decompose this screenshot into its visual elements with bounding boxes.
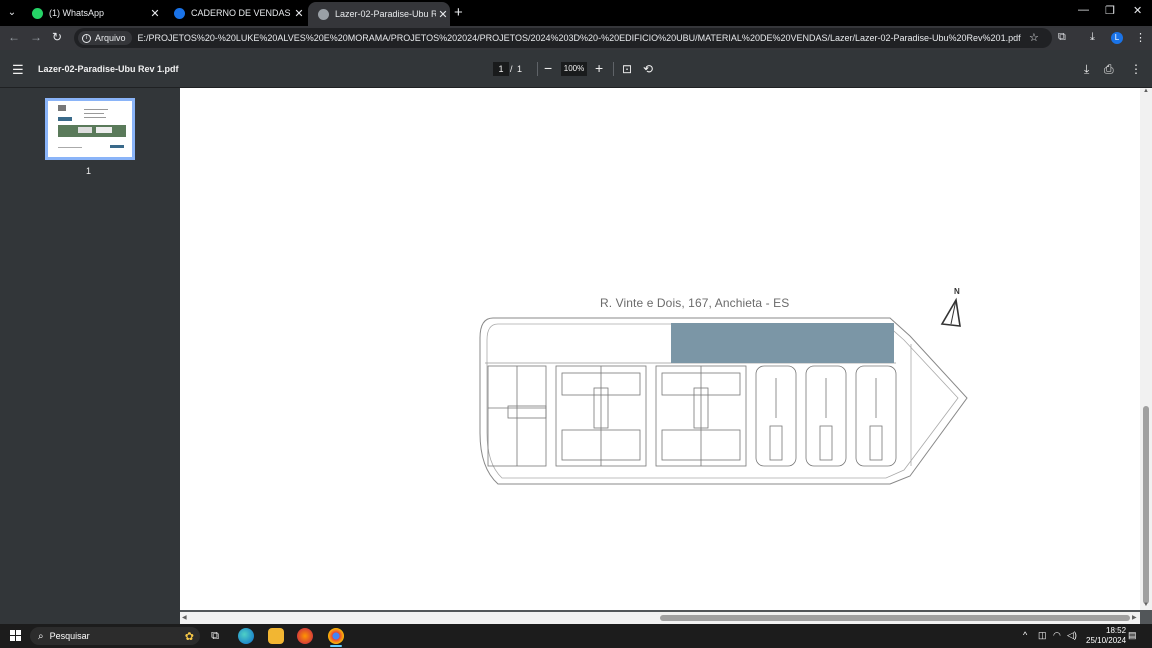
- window-close-icon[interactable]: ✕: [1133, 4, 1142, 17]
- volume-icon[interactable]: ◁): [1067, 630, 1077, 641]
- north-arrow-icon: [940, 297, 961, 327]
- firefox-icon[interactable]: [297, 628, 313, 644]
- scroll-down-icon[interactable]: ▼: [1143, 602, 1149, 608]
- rotate-icon[interactable]: ⟲: [643, 62, 653, 76]
- pdf-more-icon[interactable]: ⋮: [1130, 62, 1142, 76]
- vertical-scroll-thumb[interactable]: [1143, 406, 1149, 604]
- taskbar-clock[interactable]: 18:52 25/10/2024: [1086, 626, 1126, 646]
- downloads-icon[interactable]: ⤓: [1090, 31, 1095, 44]
- file-chip[interactable]: i Arquivo: [78, 31, 132, 45]
- file-chip-label: Arquivo: [95, 33, 126, 43]
- highlighted-area: [671, 323, 894, 363]
- page-separator: /: [510, 64, 513, 74]
- fit-page-icon[interactable]: ⊡: [622, 62, 632, 76]
- page-total: 1: [517, 64, 523, 74]
- horizontal-scroll-thumb[interactable]: [660, 615, 1130, 621]
- whatsapp-icon: [32, 7, 43, 19]
- back-icon[interactable]: ←: [8, 30, 20, 44]
- thumbnail-preview: [58, 105, 126, 148]
- building-units: [487, 365, 897, 467]
- chrome-page-icon: [174, 7, 185, 19]
- scroll-up-icon[interactable]: ▲: [1143, 88, 1149, 94]
- tab-strip: ⌄ (1) WhatsApp ✕ CADERNO DE VENDAS -PARA…: [0, 0, 1152, 26]
- thumbnail-sidebar: 1: [0, 88, 180, 624]
- pdf-page: R. Vinte e Dois, 167, Anchieta - ES N: [180, 88, 1140, 610]
- tab-caderno[interactable]: CADERNO DE VENDAS -PARADI ✕: [164, 2, 306, 24]
- edge-icon[interactable]: [238, 628, 254, 644]
- zoom-in-icon[interactable]: +: [595, 60, 603, 76]
- zoom-out-icon[interactable]: −: [544, 60, 552, 76]
- wifi-icon[interactable]: ◠: [1053, 630, 1061, 641]
- profile-avatar[interactable]: L: [1111, 32, 1123, 44]
- scroll-left-icon[interactable]: ◀: [182, 614, 187, 621]
- page-thumbnail[interactable]: [45, 98, 135, 160]
- restore-icon[interactable]: ❐: [1105, 4, 1115, 17]
- search-highlight-icon: ✿: [184, 630, 194, 643]
- app-window: ⌄ (1) WhatsApp ✕ CADERNO DE VENDAS -PARA…: [0, 0, 1152, 648]
- windows-start-icon[interactable]: [10, 630, 21, 641]
- browser-toolbar: ← → ↻ i Arquivo E:/PROJETOS%20-%20LUKE%2…: [0, 26, 1152, 50]
- windows-taskbar: ⌕ Pesquisar ✿ ⧉ ^ ◫ ◠ ◁) 18:52 25/10/202…: [0, 624, 1152, 648]
- divider: [613, 62, 614, 76]
- extensions-icon[interactable]: ⧉: [1058, 31, 1066, 44]
- site-plan-drawing: N: [479, 287, 968, 485]
- minimize-icon[interactable]: —: [1078, 4, 1089, 16]
- tab-pdf[interactable]: Lazer-02-Paradise-Ubu Rev 1.pdf ✕: [308, 2, 450, 26]
- clock-date: 25/10/2024: [1086, 636, 1127, 645]
- scroll-right-icon[interactable]: ▶: [1132, 614, 1137, 621]
- notification-icon[interactable]: ▤: [1128, 630, 1137, 641]
- tab-title: (1) WhatsApp: [49, 8, 105, 18]
- more-menu-icon[interactable]: ⋮: [1135, 31, 1146, 44]
- print-icon[interactable]: ⎙: [1104, 62, 1114, 77]
- page-number-input[interactable]: 1: [493, 62, 509, 76]
- forward-icon[interactable]: →: [30, 30, 42, 44]
- zoom-input[interactable]: 100%: [561, 62, 587, 76]
- close-icon[interactable]: ✕: [436, 8, 450, 21]
- divider: [537, 62, 538, 76]
- pdf-viewer[interactable]: R. Vinte e Dois, 167, Anchieta - ES N ▲ …: [180, 88, 1152, 624]
- info-icon: i: [82, 33, 91, 43]
- horizontal-scrollbar[interactable]: ◀ ▶: [180, 612, 1140, 624]
- north-label: N: [954, 287, 960, 296]
- task-view-icon[interactable]: ⧉: [207, 628, 223, 644]
- chrome-icon[interactable]: [328, 628, 344, 647]
- tab-title: CADERNO DE VENDAS -PARADI: [191, 8, 292, 18]
- close-icon[interactable]: ✕: [292, 7, 306, 20]
- url-text[interactable]: E:/PROJETOS%20-%20LUKE%20ALVES%20E%20MOR…: [138, 33, 1052, 43]
- clock-time: 18:52: [1106, 626, 1127, 635]
- menu-icon[interactable]: ☰: [12, 62, 24, 78]
- search-icon: ⌕: [38, 630, 44, 642]
- globe-icon: [318, 8, 329, 20]
- search-placeholder: Pesquisar: [49, 631, 90, 641]
- file-explorer-icon[interactable]: [268, 628, 284, 644]
- new-tab-button[interactable]: +: [454, 4, 463, 21]
- pdf-toolbar: ☰ Lazer-02-Paradise-Ubu Rev 1.pdf 1 / 1 …: [0, 50, 1152, 88]
- pdf-filename: Lazer-02-Paradise-Ubu Rev 1.pdf: [38, 64, 179, 74]
- taskbar-search[interactable]: ⌕ Pesquisar ✿: [30, 627, 200, 645]
- reload-icon[interactable]: ↻: [52, 30, 62, 44]
- close-icon[interactable]: ✕: [148, 7, 162, 20]
- tab-whatsapp[interactable]: (1) WhatsApp ✕: [22, 2, 162, 24]
- meet-now-icon[interactable]: ◫: [1038, 630, 1047, 641]
- thumbnail-page-number: 1: [86, 166, 92, 176]
- vertical-scrollbar[interactable]: ▲ ▼: [1140, 88, 1152, 610]
- tab-search-icon[interactable]: ⌄: [4, 4, 20, 20]
- tray-chevron-icon[interactable]: ^: [1023, 630, 1027, 640]
- address-bar[interactable]: i Arquivo E:/PROJETOS%20-%20LUKE%20ALVES…: [74, 28, 1052, 48]
- download-icon[interactable]: ⤓: [1084, 62, 1089, 77]
- bookmark-star-icon[interactable]: ☆: [1029, 31, 1039, 44]
- tab-title: Lazer-02-Paradise-Ubu Rev 1.pdf: [335, 9, 436, 19]
